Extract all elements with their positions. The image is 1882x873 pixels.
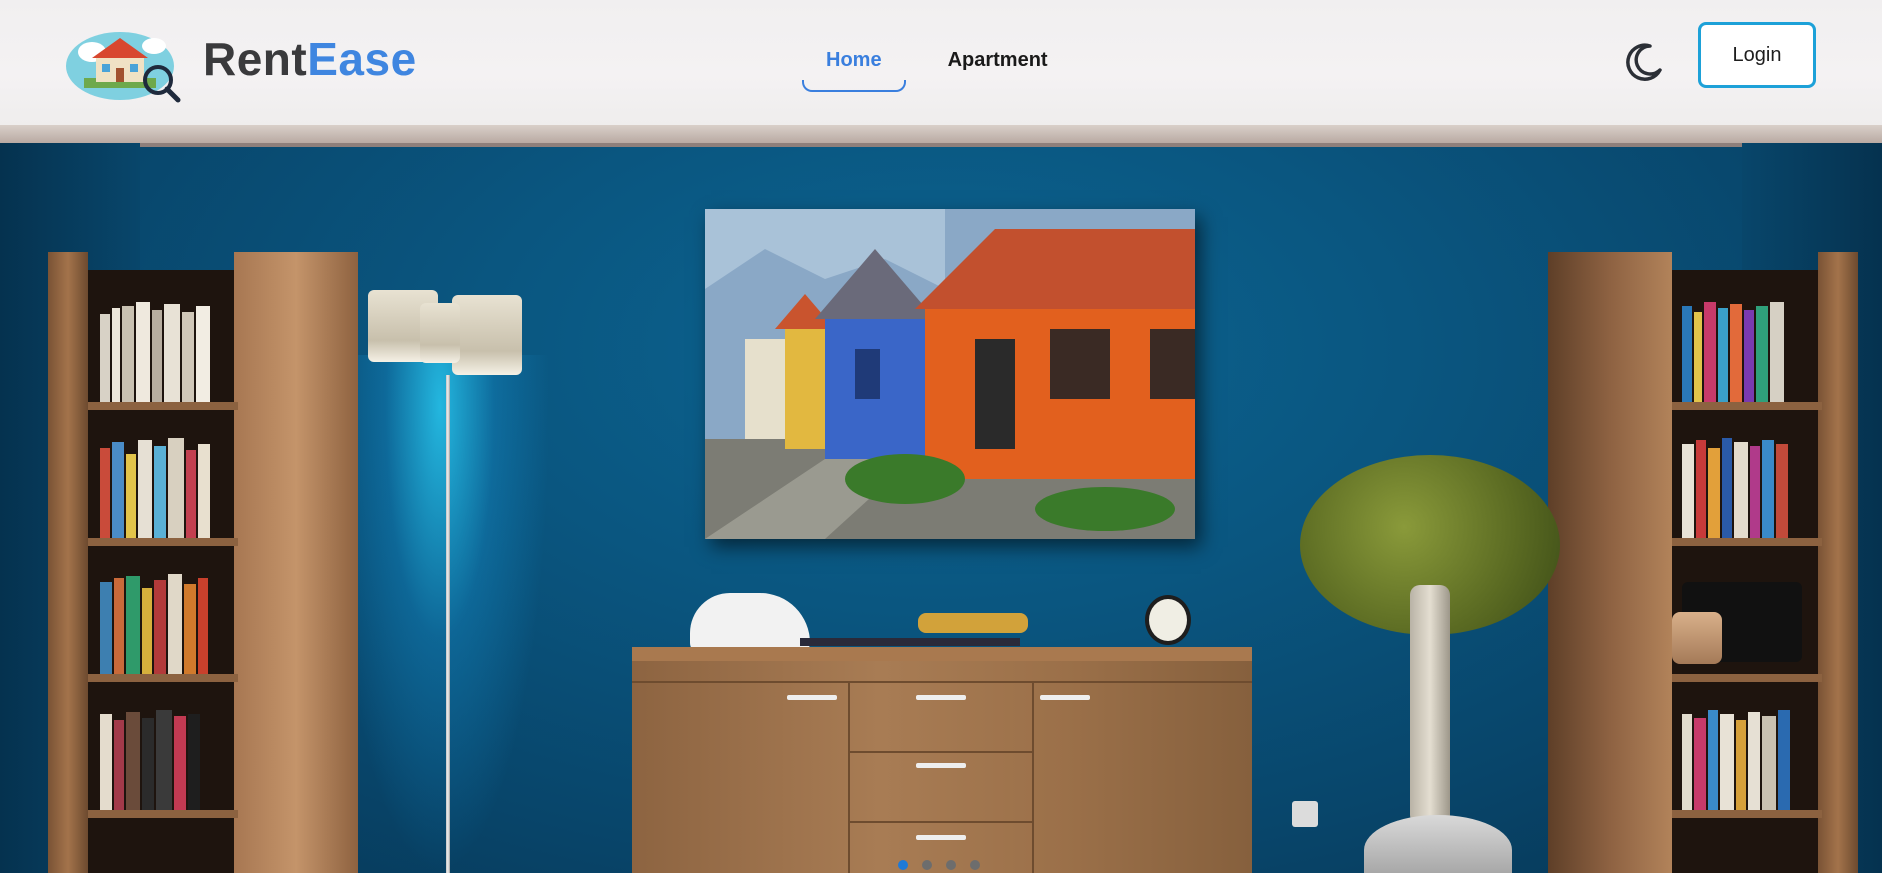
nav-link-home[interactable]: Home (802, 37, 906, 92)
dresser (632, 661, 1252, 873)
bookcase-left (48, 252, 358, 873)
plant-pot (1364, 815, 1512, 873)
bonsai-trunk (1410, 585, 1450, 825)
lamp-shade-right (452, 295, 522, 375)
brand-name-part2: Ease (307, 33, 417, 85)
nav-link-apartment[interactable]: Apartment (924, 37, 1072, 92)
login-button[interactable]: Login (1698, 22, 1816, 88)
wall-outlet (1292, 801, 1318, 827)
dresser-top (632, 647, 1252, 661)
panther-figurine (690, 593, 810, 653)
carousel-dot-3[interactable] (946, 860, 956, 870)
lamp-glow (330, 355, 550, 873)
brand-logo[interactable] (62, 22, 198, 104)
house-magnifier-logo-icon (66, 32, 181, 103)
gold-sheath (918, 613, 1028, 633)
brand-name-part1: Rent (203, 33, 308, 85)
main-nav: Home Apartment (802, 37, 1072, 92)
carousel-dot-2[interactable] (922, 860, 932, 870)
carousel-dot-4[interactable] (970, 860, 980, 870)
hero-carousel (0, 125, 1882, 873)
floor-lamp-pole (446, 375, 450, 873)
lamp-shade-center (420, 303, 460, 363)
carousel-dot-1[interactable] (898, 860, 908, 870)
brand-name[interactable]: RentEase (203, 32, 417, 86)
moon-icon (1626, 43, 1662, 81)
sword-decor (800, 638, 1020, 646)
navbar: RentEase Home Apartment Login (0, 0, 1882, 125)
painting-image (705, 209, 1195, 539)
alarm-clock (1145, 595, 1191, 645)
theme-toggle-button[interactable] (1622, 40, 1666, 84)
bookcase-right (1548, 252, 1858, 873)
ceiling-trim (0, 125, 1882, 147)
wall-painting (705, 209, 1195, 539)
carousel-indicators (898, 860, 980, 870)
